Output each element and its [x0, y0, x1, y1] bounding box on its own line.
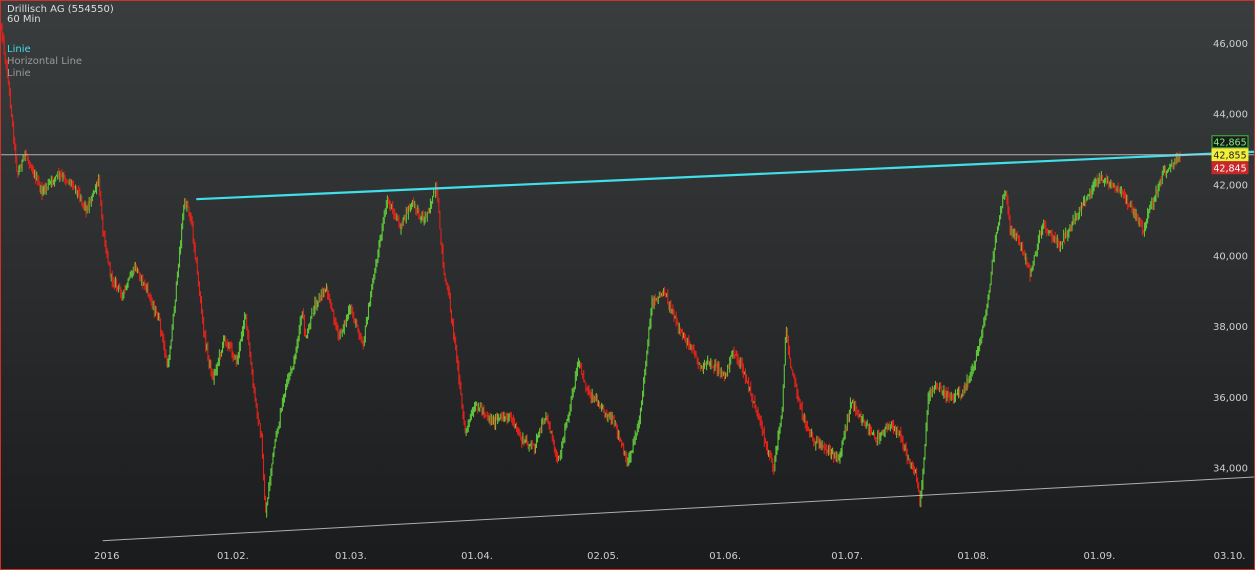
x-tick-label: 01.08. — [957, 551, 989, 562]
price-box-label: 42,855 — [1213, 150, 1246, 161]
x-tick-label: 02.05. — [587, 551, 619, 562]
y-tick-label: 36,000 — [1213, 393, 1248, 404]
y-tick-label: 46,000 — [1213, 39, 1248, 50]
price-chart[interactable]: 34,000 36,000 38,000 40,000 42,000 44,000 46,0… — [1, 1, 1254, 569]
y-axis: 34,000 36,000 38,000 40,000 42,000 44,000 46,0… — [1213, 39, 1248, 475]
price-box-label: 42,845 — [1213, 163, 1246, 174]
interval-label: 60 Min — [7, 14, 41, 25]
x-tick-label: 2016 — [94, 551, 119, 562]
price-boxes: 42,865 42,855 42,845 — [1211, 135, 1249, 175]
x-tick-label: 01.03. — [335, 551, 367, 562]
x-tick-label: 01.04. — [461, 551, 493, 562]
y-tick-label: 42,000 — [1213, 181, 1248, 192]
x-tick-label: 01.07. — [831, 551, 863, 562]
price-bars — [1, 22, 1181, 518]
legend-item-support-line[interactable]: Linie — [7, 68, 31, 80]
resistance-trendline — [196, 150, 1254, 201]
legend-item-horizontal-line[interactable]: Horizontal Line — [7, 56, 82, 68]
y-tick-label: 38,000 — [1213, 322, 1248, 333]
y-tick-label: 40,000 — [1213, 251, 1248, 262]
x-tick-label: 01.06. — [709, 551, 741, 562]
x-axis: 2016 01.02. 01.03. 01.04. 02.05. 01.06. 01.07.… — [94, 551, 1245, 562]
x-tick-label: 03.10. — [1214, 551, 1246, 562]
y-tick-label: 34,000 — [1213, 464, 1248, 475]
x-tick-label: 01.02. — [217, 551, 249, 562]
x-tick-label: 01.09. — [1084, 551, 1116, 562]
legend-item-trendline[interactable]: Linie — [7, 44, 31, 56]
price-box-label: 42,865 — [1213, 137, 1246, 148]
chart-window: 34,000 36,000 38,000 40,000 42,000 44,000 46,0… — [0, 0, 1255, 570]
y-tick-label: 44,000 — [1213, 110, 1248, 121]
support-trendline — [102, 476, 1254, 542]
